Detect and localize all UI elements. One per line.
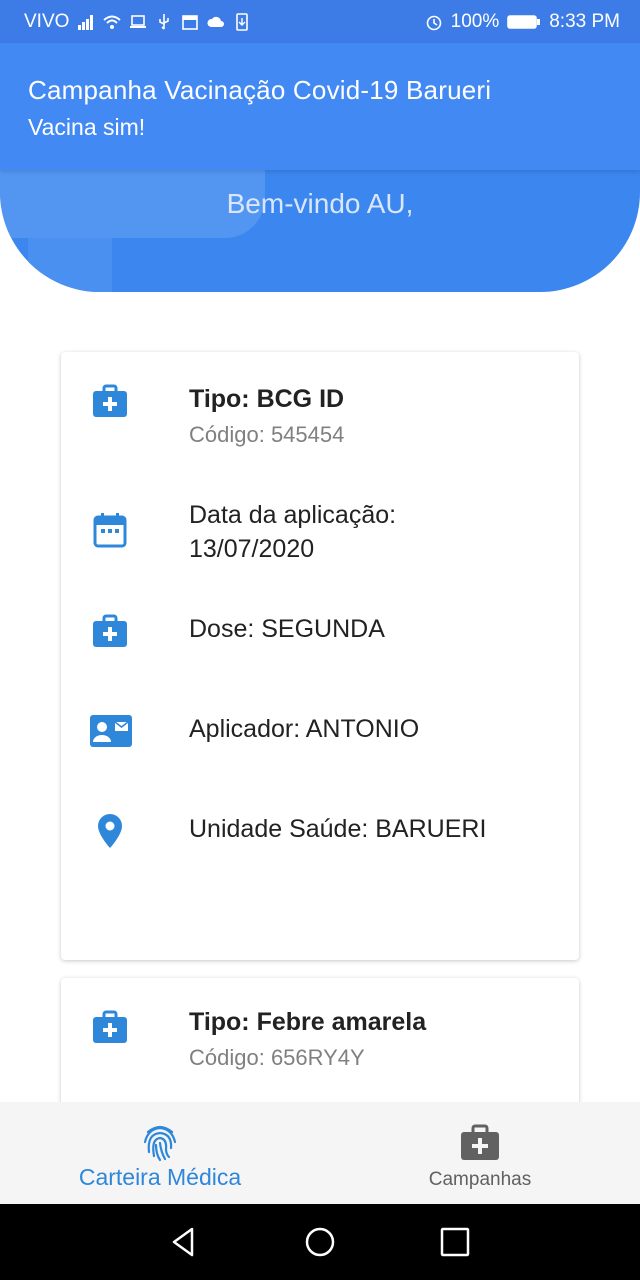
system-navigation-bar <box>0 1204 640 1280</box>
health-unit-value: Unidade Saúde: BARUERI <box>189 815 487 843</box>
application-date-text: Data da aplicação: 13/07/2020 <box>189 498 559 566</box>
usb-icon <box>159 13 170 30</box>
contact-card-icon <box>88 712 134 750</box>
applicator-value: Aplicador: ANTONIO <box>189 715 420 743</box>
fingerprint-icon <box>143 1125 177 1162</box>
vaccine-type: Tipo: BCG ID <box>189 385 345 413</box>
home-icon[interactable] <box>302 1224 338 1260</box>
battery-percent: 100% <box>450 10 500 32</box>
application-date-value: 13/07/2020 <box>189 535 315 563</box>
app-bar: Campanha Vacinação Covid-19 Barueri Vaci… <box>0 43 640 170</box>
vaccine-card: Tipo: BCG ID Código: 545454 Data da apli… <box>61 352 579 960</box>
nav-item-campanhas[interactable]: Campanhas <box>320 1102 640 1204</box>
clock-time: 8:33 PM <box>549 10 620 32</box>
vaccine-type-text: Tipo: BCG ID Código: 545454 <box>189 385 559 448</box>
application-date-label: Data da aplicação: <box>189 501 397 529</box>
app-subtitle: Vacina sim! <box>28 114 146 140</box>
location-pin-icon <box>91 812 129 850</box>
status-right: 100% 8:33 PM <box>425 11 620 33</box>
dose-text: Dose: SEGUNDA <box>189 612 559 646</box>
signal-icon <box>78 14 94 30</box>
calendar-icon <box>182 14 199 30</box>
health-unit-text: Unidade Saúde: BARUERI <box>189 812 559 846</box>
phone-download-icon <box>236 12 249 31</box>
nav-label: Carteira Médica <box>78 1164 242 1190</box>
medical-kit-icon <box>461 1124 499 1160</box>
back-icon[interactable] <box>166 1224 202 1260</box>
bottom-navigation: Carteira Médica Campanhas <box>0 1102 640 1204</box>
nav-label: Campanhas <box>428 1169 532 1190</box>
medical-kit-icon <box>91 612 129 650</box>
welcome-text: Bem-vindo AU, <box>226 188 414 219</box>
applicator-text: Aplicador: ANTONIO <box>189 712 559 746</box>
wifi-icon <box>103 15 122 29</box>
vaccine-type-text: Tipo: Febre amarela Código: 656RY4Y <box>189 1008 559 1071</box>
header-decoration <box>28 238 112 292</box>
status-bar: VIVO 100% 8:33 PM <box>0 0 640 43</box>
medical-kit-icon <box>91 382 129 420</box>
battery-icon <box>507 14 541 29</box>
vaccine-code: Código: 545454 <box>189 422 345 447</box>
alarm-icon <box>426 15 441 30</box>
recent-apps-icon[interactable] <box>437 1224 473 1260</box>
nav-item-carteira-medica[interactable]: Carteira Médica <box>0 1102 320 1204</box>
vaccine-type: Tipo: Febre amarela <box>189 1008 427 1036</box>
app-title: Campanha Vacinação Covid-19 Barueri <box>28 75 492 105</box>
vaccine-code: Código: 656RY4Y <box>189 1045 365 1070</box>
cloud-icon <box>207 16 225 27</box>
calendar-icon <box>91 511 129 549</box>
dose-value: Dose: SEGUNDA <box>189 615 385 643</box>
status-left: VIVO <box>24 11 251 33</box>
laptop-icon <box>130 14 147 28</box>
carrier-label: VIVO <box>24 10 70 32</box>
medical-kit-icon <box>91 1008 129 1046</box>
